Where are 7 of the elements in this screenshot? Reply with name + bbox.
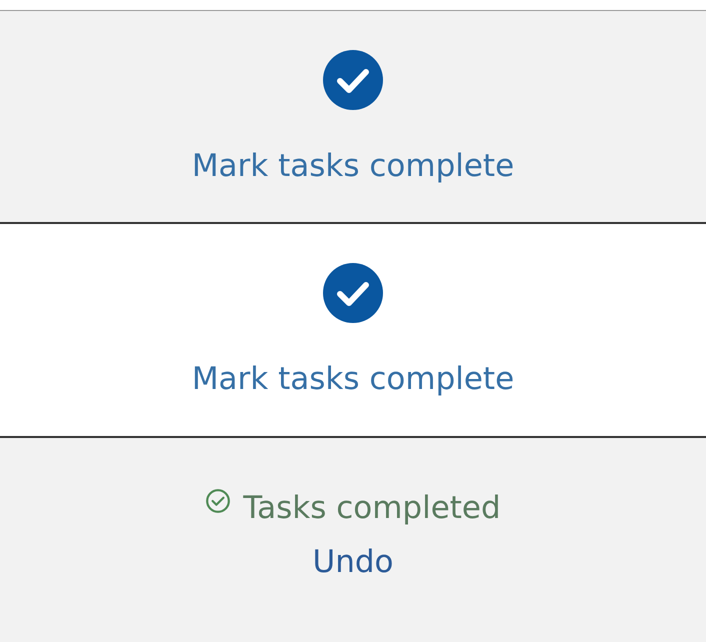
mark-complete-button[interactable]: Mark tasks complete: [186, 40, 520, 194]
status-text: Tasks completed: [243, 490, 501, 526]
check-circle-icon: [322, 50, 383, 110]
check-circle-icon: [205, 488, 232, 514]
mark-complete-button[interactable]: Mark tasks complete: [186, 253, 520, 407]
undo-link[interactable]: Undo: [312, 544, 394, 580]
check-circle-icon: [322, 263, 383, 323]
